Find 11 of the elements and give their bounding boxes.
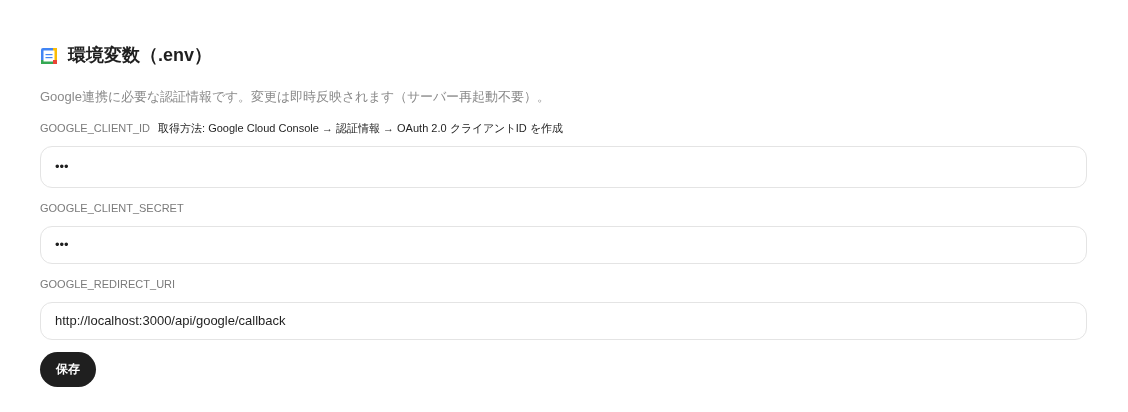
field-label: GOOGLE_REDIRECT_URI <box>40 276 176 291</box>
input-field[interactable]: ••• <box>40 225 1087 264</box>
calendar-icon <box>40 46 58 65</box>
field-label: GOOGLE_CLIENT_SECRET <box>40 200 184 215</box>
input-field[interactable]: ••• <box>40 145 1087 188</box>
save-button[interactable]: 保存 <box>40 351 96 387</box>
description: Google連携に必要な認証情報です。変更は即時反映されます（サーバー再起動不要）。 <box>40 88 551 106</box>
input-field[interactable]: http://localhost:3000/api/google/callback <box>40 301 1087 340</box>
field-label: GOOGLE_CLIENT_ID <box>40 120 151 135</box>
section-title: 環境変数（.env） <box>68 44 213 67</box>
field-hint: 取得方法: Google Cloud Console → 認証情報 → OAuth 2.0 クライアントID を作成 <box>158 120 563 135</box>
